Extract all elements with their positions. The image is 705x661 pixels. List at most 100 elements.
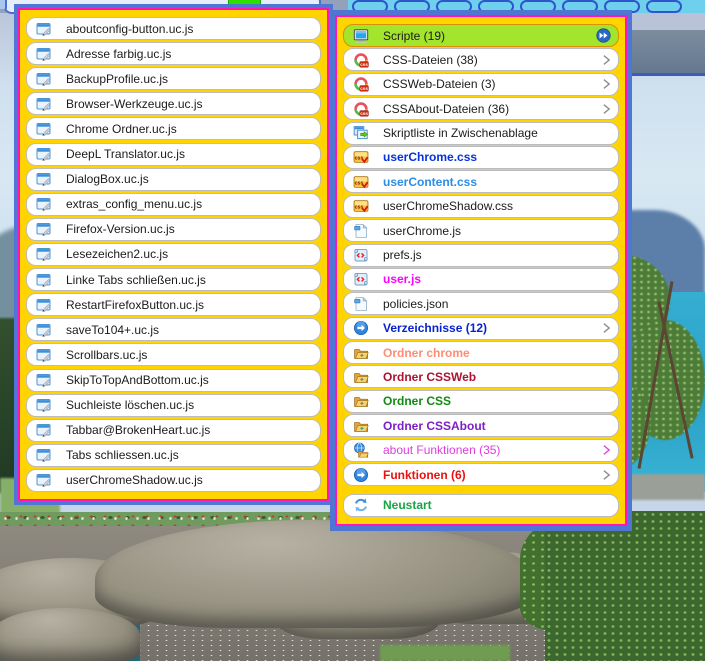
main-menu-panel: Scripte (19) CSS-Dateien (38)CSSWeb-Datei… [330,10,632,531]
menu-item-verzeichnisse-12[interactable]: Verzeichnisse (12) [343,317,619,340]
css-reload-icon [353,76,370,93]
script-window-icon [36,120,53,137]
menu-item-scripte-19[interactable]: Scripte (19) [343,24,619,47]
menu-item-adresse-farbig-uc-js[interactable]: Adresse farbig.uc.js [26,42,321,65]
menu-item-user-js[interactable]: user.js [343,268,619,291]
scroll-icon [353,247,370,264]
menu-item-suchleiste-l-schen-uc-js[interactable]: Suchleiste löschen.uc.js [26,394,321,417]
menu-item-label: Scrollbars.uc.js [66,348,147,362]
menu-item-label: Ordner chrome [383,346,470,360]
script-window-icon [36,146,53,163]
chevron-right-icon [602,77,611,91]
folder-icon [353,368,370,385]
menu-item-label: prefs.js [383,248,422,262]
menu-item-ordner-css[interactable]: Ordner CSS [343,390,619,413]
chevron-right-icon [602,53,611,67]
blue-arrow-icon [353,466,370,483]
menu-item-tabs-schliessen-uc-js[interactable]: Tabs schliessen.uc.js [26,444,321,467]
menu-item-aboutconfig-button-uc-js[interactable]: aboutconfig-button.uc.js [26,17,321,40]
folder-icon [353,417,370,434]
css-reload-icon [353,100,370,117]
menu-item-lesezeichen2-uc-js[interactable]: Lesezeichen2.uc.js [26,243,321,266]
scroll-icon [353,271,370,288]
menu-item-label: about Funktionen (35) [383,443,500,457]
menu-item-label: userChromeShadow.css [383,199,513,213]
chevron-right-icon [602,321,611,335]
menu-item-label: DeepL Translator.uc.js [66,147,185,161]
menu-item-label: userContent.css [383,175,477,189]
menu-item-saveto104-uc-js[interactable]: saveTo104+.uc.js [26,318,321,341]
css-file-icon [353,173,370,190]
script-window-icon [36,95,53,112]
menu-item-about-funktionen-35[interactable]: about Funktionen (35) [343,439,619,462]
menu-item-policies-json[interactable]: policies.json [343,292,619,315]
menu-item-userchrome-css[interactable]: userChrome.css [343,146,619,169]
css-reload-icon [353,51,370,68]
copy-clipboard-icon [353,125,370,142]
menu-item-extras-config-menu-uc-js[interactable]: extras_config_menu.uc.js [26,193,321,216]
menu-item-label: CSSAbout-Dateien (36) [383,102,509,116]
menu-item-label: Suchleiste löschen.uc.js [66,398,194,412]
menu-item-userchromeshadow-uc-js[interactable]: userChromeShadow.uc.js [26,469,321,492]
menu-item-label: Tabs schliessen.uc.js [66,448,179,462]
script-window-icon [36,422,53,439]
menu-item-label: Lesezeichen2.uc.js [66,247,168,261]
globe-folder-icon [353,442,370,459]
menu-item-userchromeshadow-css[interactable]: userChromeShadow.css [343,195,619,218]
script-window-icon [36,296,53,313]
blue-arrow-icon [353,320,370,337]
menu-item-ordner-cssweb[interactable]: Ordner CSSWeb [343,365,619,388]
menu-item-cssabout-dateien-36[interactable]: CSSAbout-Dateien (36) [343,97,619,120]
menu-item-ordner-cssabout[interactable]: Ordner CSSAbout [343,414,619,437]
script-window-icon [36,20,53,37]
menu-item-skriptliste-in-zwischenablage[interactable]: Skriptliste in Zwischenablage [343,122,619,145]
menu-item-label: Ordner CSSAbout [383,419,486,433]
menu-item-deepl-translator-uc-js[interactable]: DeepL Translator.uc.js [26,143,321,166]
script-window-icon [36,372,53,389]
script-window-icon [36,271,53,288]
menu-item-skiptotopandbottom-uc-js[interactable]: SkipToTopAndBottom.uc.js [26,369,321,392]
menu-item-browser-werkzeuge-uc-js[interactable]: Browser-Werkzeuge.uc.js [26,92,321,115]
hazy-mountain-band [630,30,705,76]
menu-item-label: Skriptliste in Zwischenablage [383,126,538,140]
menu-item-funktionen-6[interactable]: Funktionen (6) [343,463,619,486]
script-window-icon [36,472,53,489]
browser-window-edge [630,13,705,31]
menu-item-label: Neustart [383,498,432,512]
folder-icon [353,393,370,410]
menu-item-dialogbox-uc-js[interactable]: DialogBox.uc.js [26,168,321,191]
menu-item-label: Tabbar@BrokenHeart.uc.js [66,423,210,437]
folder-icon [353,344,370,361]
menu-item-label: Verzeichnisse (12) [383,321,487,335]
script-window-icon [36,447,53,464]
menu-item-tabbar-brokenheart-uc-js[interactable]: Tabbar@BrokenHeart.uc.js [26,419,321,442]
grass [380,645,510,661]
fast-forward-icon [596,28,611,43]
menu-item-css-dateien-38[interactable]: CSS-Dateien (38) [343,48,619,71]
menu-item-label: extras_config_menu.uc.js [66,197,202,211]
menu-item-firefox-version-uc-js[interactable]: Firefox-Version.uc.js [26,218,321,241]
menu-item-userchrome-js[interactable]: userChrome.js [343,219,619,242]
chevron-right-icon [602,443,611,457]
menu-item-label: RestartFirefoxButton.uc.js [66,298,204,312]
tab-outline[interactable] [646,0,682,13]
menu-item-ordner-chrome[interactable]: Ordner chrome [343,341,619,364]
menu-item-chrome-ordner-uc-js[interactable]: Chrome Ordner.uc.js [26,117,321,140]
menu-item-label: Linke Tabs schließen.uc.js [66,273,206,287]
menu-item-label: BackupProfile.uc.js [66,72,168,86]
script-window-icon [36,171,53,188]
menu-item-scrollbars-uc-js[interactable]: Scrollbars.uc.js [26,343,321,366]
script-window-icon [36,397,53,414]
refresh-icon [353,497,370,514]
menu-item-label: Scripte (19) [383,29,445,43]
menu-item-backupprofile-uc-js[interactable]: BackupProfile.uc.js [26,67,321,90]
menu-item-linke-tabs-schlie-en-uc-js[interactable]: Linke Tabs schließen.uc.js [26,268,321,291]
menu-item-usercontent-css[interactable]: userContent.css [343,170,619,193]
menu-item-cssweb-dateien-3[interactable]: CSSWeb-Dateien (3) [343,73,619,96]
menu-item-label: userChromeShadow.uc.js [66,473,203,487]
menu-item-restartfirefoxbutton-uc-js[interactable]: RestartFirefoxButton.uc.js [26,293,321,316]
script-window-icon [36,321,53,338]
menu-item-label: Browser-Werkzeuge.uc.js [66,97,203,111]
menu-item-neustart[interactable]: Neustart [343,494,619,517]
menu-item-prefs-js[interactable]: prefs.js [343,244,619,267]
